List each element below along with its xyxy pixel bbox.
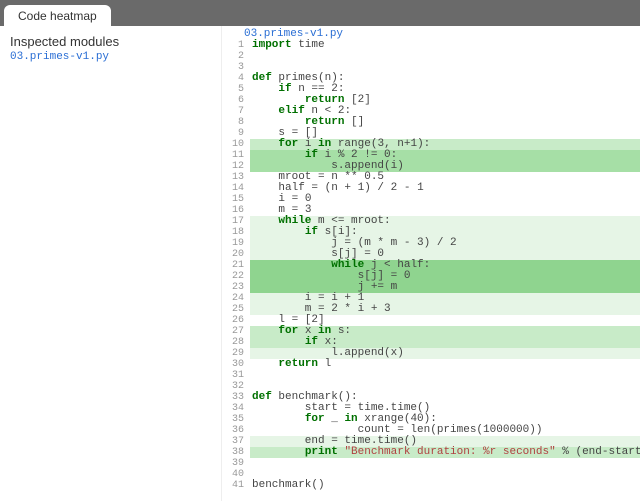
line-number: 3 xyxy=(222,62,250,73)
line-number: 29 xyxy=(222,348,250,359)
tab-code-heatmap[interactable]: Code heatmap xyxy=(4,5,111,27)
line-number: 26 xyxy=(222,315,250,326)
line-number: 20 xyxy=(222,249,250,260)
code-line[interactable]: 41benchmark() xyxy=(222,480,640,491)
line-number: 34 xyxy=(222,403,250,414)
code-line[interactable]: 38 print "Benchmark duration: %r seconds… xyxy=(222,447,640,458)
line-number: 21 xyxy=(222,260,250,271)
line-number: 24 xyxy=(222,293,250,304)
sidebar: Inspected modules 03.primes-v1.py xyxy=(0,26,222,501)
line-number: 5 xyxy=(222,84,250,95)
line-number: 31 xyxy=(222,370,250,381)
top-bar: Code heatmap xyxy=(0,0,640,26)
line-number: 18 xyxy=(222,227,250,238)
line-source: print "Benchmark duration: %r seconds" %… xyxy=(250,447,640,458)
line-number: 17 xyxy=(222,216,250,227)
line-number: 11 xyxy=(222,150,250,161)
line-number: 41 xyxy=(222,480,250,491)
line-number: 8 xyxy=(222,117,250,128)
line-number: 36 xyxy=(222,425,250,436)
line-source: import time xyxy=(250,40,640,51)
code-line[interactable]: 30 return l xyxy=(222,359,640,370)
line-number: 35 xyxy=(222,414,250,425)
line-number: 27 xyxy=(222,326,250,337)
line-number: 2 xyxy=(222,51,250,62)
line-number: 38 xyxy=(222,447,250,458)
line-number: 1 xyxy=(222,40,250,51)
code-line[interactable]: 31 xyxy=(222,370,640,381)
line-source: return l xyxy=(250,359,640,370)
code-line[interactable]: 2 xyxy=(222,51,640,62)
sidebar-title: Inspected modules xyxy=(10,34,211,49)
line-number: 7 xyxy=(222,106,250,117)
line-number: 28 xyxy=(222,337,250,348)
line-number: 6 xyxy=(222,95,250,106)
line-number: 4 xyxy=(222,73,250,84)
main: 03.primes-v1.py 1import time234def prime… xyxy=(222,26,640,501)
sidebar-module-link[interactable]: 03.primes-v1.py xyxy=(10,51,211,63)
code-listing: 1import time234def primes(n):5 if n == 2… xyxy=(222,40,640,491)
line-number: 25 xyxy=(222,304,250,315)
line-number: 37 xyxy=(222,436,250,447)
line-number: 30 xyxy=(222,359,250,370)
line-number: 14 xyxy=(222,183,250,194)
line-number: 39 xyxy=(222,458,250,469)
line-number: 40 xyxy=(222,469,250,480)
line-number: 33 xyxy=(222,392,250,403)
code-line[interactable]: 39 xyxy=(222,458,640,469)
line-number: 23 xyxy=(222,282,250,293)
code-line[interactable]: 1import time xyxy=(222,40,640,51)
line-number: 12 xyxy=(222,161,250,172)
filename-label: 03.primes-v1.py xyxy=(222,26,640,40)
line-number: 15 xyxy=(222,194,250,205)
body: Inspected modules 03.primes-v1.py 03.pri… xyxy=(0,26,640,501)
line-number: 9 xyxy=(222,128,250,139)
line-number: 22 xyxy=(222,271,250,282)
line-number: 19 xyxy=(222,238,250,249)
line-number: 10 xyxy=(222,139,250,150)
line-number: 32 xyxy=(222,381,250,392)
line-number: 13 xyxy=(222,172,250,183)
line-number: 16 xyxy=(222,205,250,216)
line-source: benchmark() xyxy=(250,480,640,491)
